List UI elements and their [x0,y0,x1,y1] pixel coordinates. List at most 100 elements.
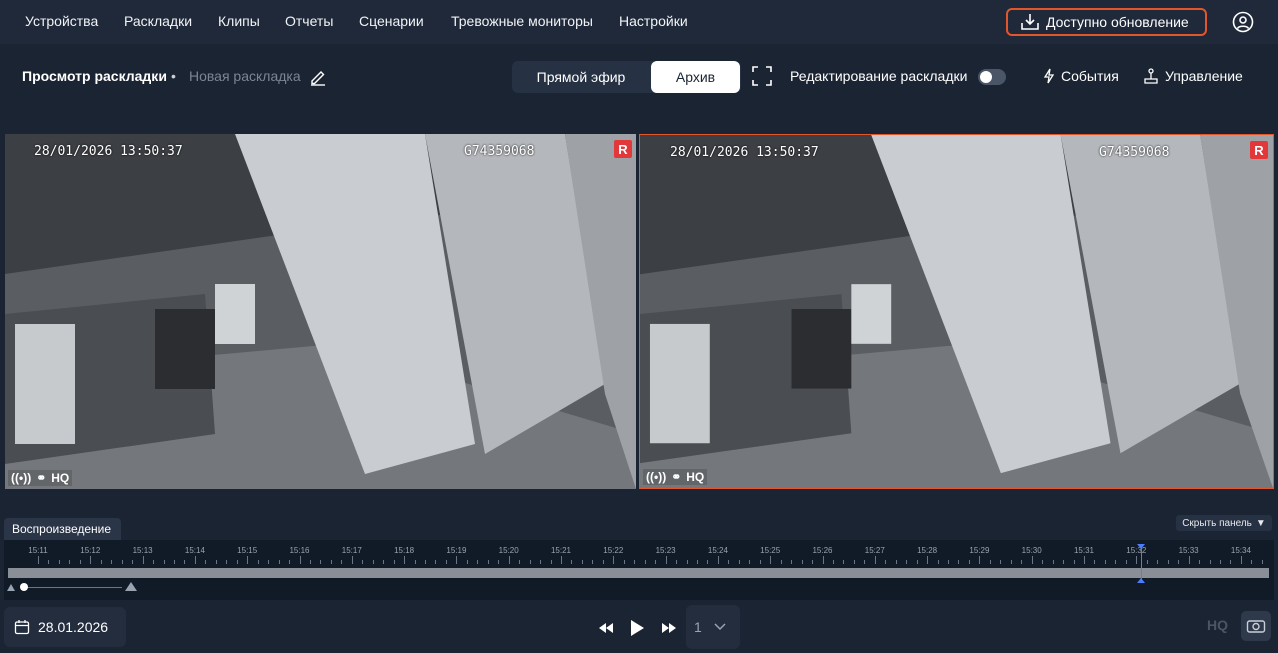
timeline-tick-mark [676,560,678,564]
timeline-archive-bar[interactable] [8,568,1269,578]
edit-layout-toggle[interactable] [978,69,1006,85]
timeline-tick-mark [540,560,542,564]
timeline-tick-mark [393,560,395,564]
timeline-tick-label: 15:24 [707,546,728,555]
calendar-icon [14,620,30,635]
timeline-tick-mark [759,560,761,564]
nav-item-clips[interactable]: Клипы [218,13,260,29]
zoom-slider-knob[interactable] [20,583,28,591]
timeline-tick-mark [895,560,897,564]
timeline-tick-label: 15:12 [80,546,101,555]
timeline-tick-mark [299,556,301,564]
timeline-tick-mark [435,560,437,564]
video-tile-selected[interactable]: 28/01/2026 13:50:37 G74359068 R ((•)) ⚭ … [639,134,1274,489]
cursor-handle-top-icon[interactable] [1137,544,1145,549]
recording-badge: R [1250,141,1268,159]
control-label: Управление [1165,68,1243,84]
play-icon [631,620,644,636]
edit-layout-label: Редактирование раскладки [790,68,968,84]
timeline-tick-label: 15:29 [969,546,990,555]
hide-panel-button[interactable]: Скрыть панель ▼ [1176,515,1272,531]
timeline-tick-mark [477,560,479,564]
timeline-tick-mark [48,560,50,564]
fast-forward-button[interactable] [657,616,681,640]
timeline-tick-mark [425,560,427,564]
chevron-down-icon: ▼ [1255,517,1266,529]
nav-item-settings[interactable]: Настройки [619,13,688,29]
speed-select[interactable]: 1 [686,605,740,649]
timeline-tick-label: 15:21 [550,546,572,555]
cursor-handle-bottom-icon[interactable] [1137,578,1145,583]
tab-archive[interactable]: Архив [651,61,740,93]
timeline-tick-mark [58,560,60,564]
timeline-tick-mark [1052,560,1054,564]
timeline-tick-mark [121,560,123,564]
timeline-tick-mark [414,560,416,564]
tab-playback[interactable]: Воспроизведение [4,518,121,540]
timeline-tick-label: 15:26 [812,546,833,555]
snapshot-button[interactable] [1241,611,1271,641]
timeline-tick-mark [205,560,207,564]
fullscreen-icon[interactable] [752,66,772,86]
timeline-tick-mark [581,560,583,564]
timeline-tick-mark [1084,556,1085,564]
timeline-cursor[interactable] [1141,546,1142,582]
quality-label[interactable]: HQ [51,471,69,485]
timeline-tick-mark [728,560,730,564]
nav-item-reports[interactable]: Отчеты [285,13,333,29]
camera-video-frame [5,134,636,489]
zoom-in-icon[interactable] [125,582,137,591]
tile-status-bar: ((•)) ⚭ HQ [8,470,73,486]
zoom-out-icon[interactable] [7,584,15,591]
timeline-tick-mark [289,560,291,564]
timeline-tick-mark [1115,560,1117,564]
pencil-icon[interactable] [309,68,327,86]
layout-toolbar: Просмотр раскладки • Новая раскладка Пря… [0,44,1278,134]
rewind-button[interactable] [594,616,618,640]
timeline-tick-label: 15:27 [864,546,885,555]
nav-item-layouts[interactable]: Раскладки [124,13,192,29]
events-button[interactable]: События [1043,68,1119,84]
hide-panel-label: Скрыть панель [1182,517,1252,529]
recording-badge: R [614,140,632,158]
tab-live[interactable]: Прямой эфир [512,61,650,93]
nav-item-alarm-monitors[interactable]: Тревожные мониторы [451,13,593,29]
timeline-tick-mark [864,560,866,564]
play-button[interactable] [625,616,649,640]
timeline-tick-label: 15:20 [498,546,519,555]
nav-item-scenarios[interactable]: Сценарии [359,13,424,29]
timeline-tick-mark [791,560,793,564]
timeline-tick-mark [812,560,814,564]
timeline-tick-mark [613,556,615,564]
timeline-tick-mark [655,560,657,564]
zoom-slider-track[interactable] [22,587,122,588]
rewind-icon [599,623,613,633]
timeline-tick-mark [194,556,196,564]
timeline[interactable]: 15:11 15:12 15:13 15:14 15:15 15:16 15:17 15:18… [4,540,1274,600]
hq-toggle-button[interactable]: HQ [1207,617,1228,633]
timeline-tick-mark [937,560,939,564]
timeline-tick-mark [623,560,625,564]
timeline-tick-mark [1125,560,1127,564]
date-picker[interactable]: 28.01.2026 [4,607,126,647]
control-button[interactable]: Управление [1143,68,1243,84]
timeline-tick-label: 15:30 [1021,546,1042,555]
user-circle-icon[interactable] [1232,11,1254,33]
timeline-tick-mark [780,560,782,564]
timeline-tick-mark [508,556,510,564]
quality-label[interactable]: HQ [686,470,704,484]
timeline-tick-mark [1000,560,1002,564]
timeline-tick-mark [1157,560,1159,564]
update-available-button[interactable]: Доступно обновление [1006,8,1207,36]
nav-item-devices[interactable]: Устройства [25,13,98,29]
timeline-tick-mark [707,560,709,564]
timeline-tick-mark [320,560,322,564]
timeline-tick-mark [738,560,740,564]
network-icon: ⚭ [36,471,47,485]
timeline-tick-mark [874,556,876,564]
timeline-tick-mark [1230,560,1232,564]
video-tile[interactable]: 28/01/2026 13:50:37 G74359068 R ((•)) ⚭ … [5,134,636,489]
timeline-tick-label: 15:19 [446,546,467,555]
timeline-tick-mark [634,560,636,564]
timeline-tick-mark [602,560,604,564]
